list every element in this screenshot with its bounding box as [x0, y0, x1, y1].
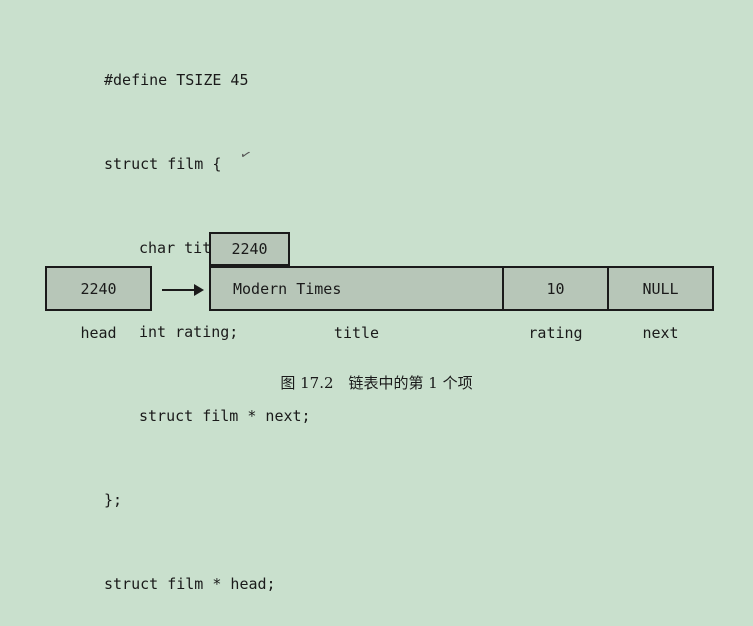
- arrow-right-icon: [162, 284, 204, 296]
- rating-field-box: 10: [502, 266, 609, 311]
- code-line-struct-close: };: [104, 491, 123, 509]
- rating-label: rating: [528, 324, 583, 342]
- code-line-head-decl: struct film * head;: [104, 575, 276, 593]
- node-address-box: 2240: [209, 232, 290, 266]
- code-line-define: #define TSIZE 45: [104, 71, 249, 89]
- head-label: head: [80, 324, 117, 342]
- code-listing: #define TSIZE 45 struct film { char titl…: [104, 10, 311, 626]
- title-field-box: Modern Times: [209, 266, 504, 311]
- next-field-box: NULL: [607, 266, 714, 311]
- code-line-next-field: struct film * next;: [139, 407, 311, 425]
- code-line-struct-open: struct film {: [104, 155, 222, 173]
- title-label: title: [333, 324, 380, 342]
- head-pointer-box: 2240: [45, 266, 152, 311]
- figure-caption: 图 17.2 链表中的第 1 个项: [280, 374, 473, 392]
- next-label: next: [642, 324, 679, 342]
